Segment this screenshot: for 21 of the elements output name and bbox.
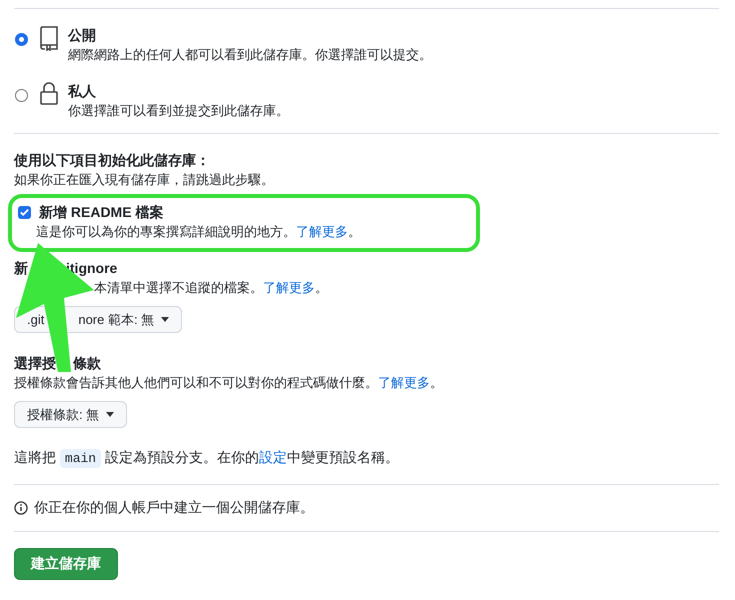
info-text: 你正在你的個人帳戶中建立一個公開儲存庫。: [34, 499, 314, 517]
option-description: 本清單中選擇不追蹤的檔案。了解更多。: [94, 279, 328, 297]
create-repository-button[interactable]: 建立儲存庫: [14, 548, 118, 580]
option-title: 條款: [73, 354, 101, 373]
learn-more-link[interactable]: 了解更多: [378, 375, 430, 390]
branch-note: 這將把 main 設定為預設分支。在你的設定中變更預設名稱。: [14, 448, 400, 470]
learn-more-link[interactable]: 了解更多: [263, 280, 315, 295]
learn-more-link[interactable]: 了解更多: [296, 224, 348, 239]
option-description: 你選擇誰可以看到並提交到此儲存庫。: [68, 102, 289, 120]
option-title: 選擇授: [14, 354, 56, 373]
section-heading: 使用以下項目初始化此儲存庫：: [14, 151, 211, 170]
option-title: 私人: [68, 82, 97, 101]
settings-link[interactable]: 設定: [259, 449, 287, 465]
checkbox-label: 新增 README 檔案: [39, 203, 164, 222]
license-dropdown[interactable]: 授權條款: 無: [14, 401, 128, 428]
option-description: 這是你可以為你的專案撰寫詳細說明的地方。了解更多。: [35, 223, 362, 241]
option-title: 新: [14, 259, 28, 278]
section-hint: 如果你正在匯入現有儲存庫，請跳過此步驟。: [14, 171, 275, 189]
option-description: 網際網路上的任何人都可以看到此儲存庫。你選擇誰可以提交。: [68, 46, 432, 64]
option-title: 公開: [68, 26, 97, 45]
option-description: 授權條款會告訴其他人他們可以和不可以對你的程式碼做什麼。了解更多。: [14, 374, 444, 392]
